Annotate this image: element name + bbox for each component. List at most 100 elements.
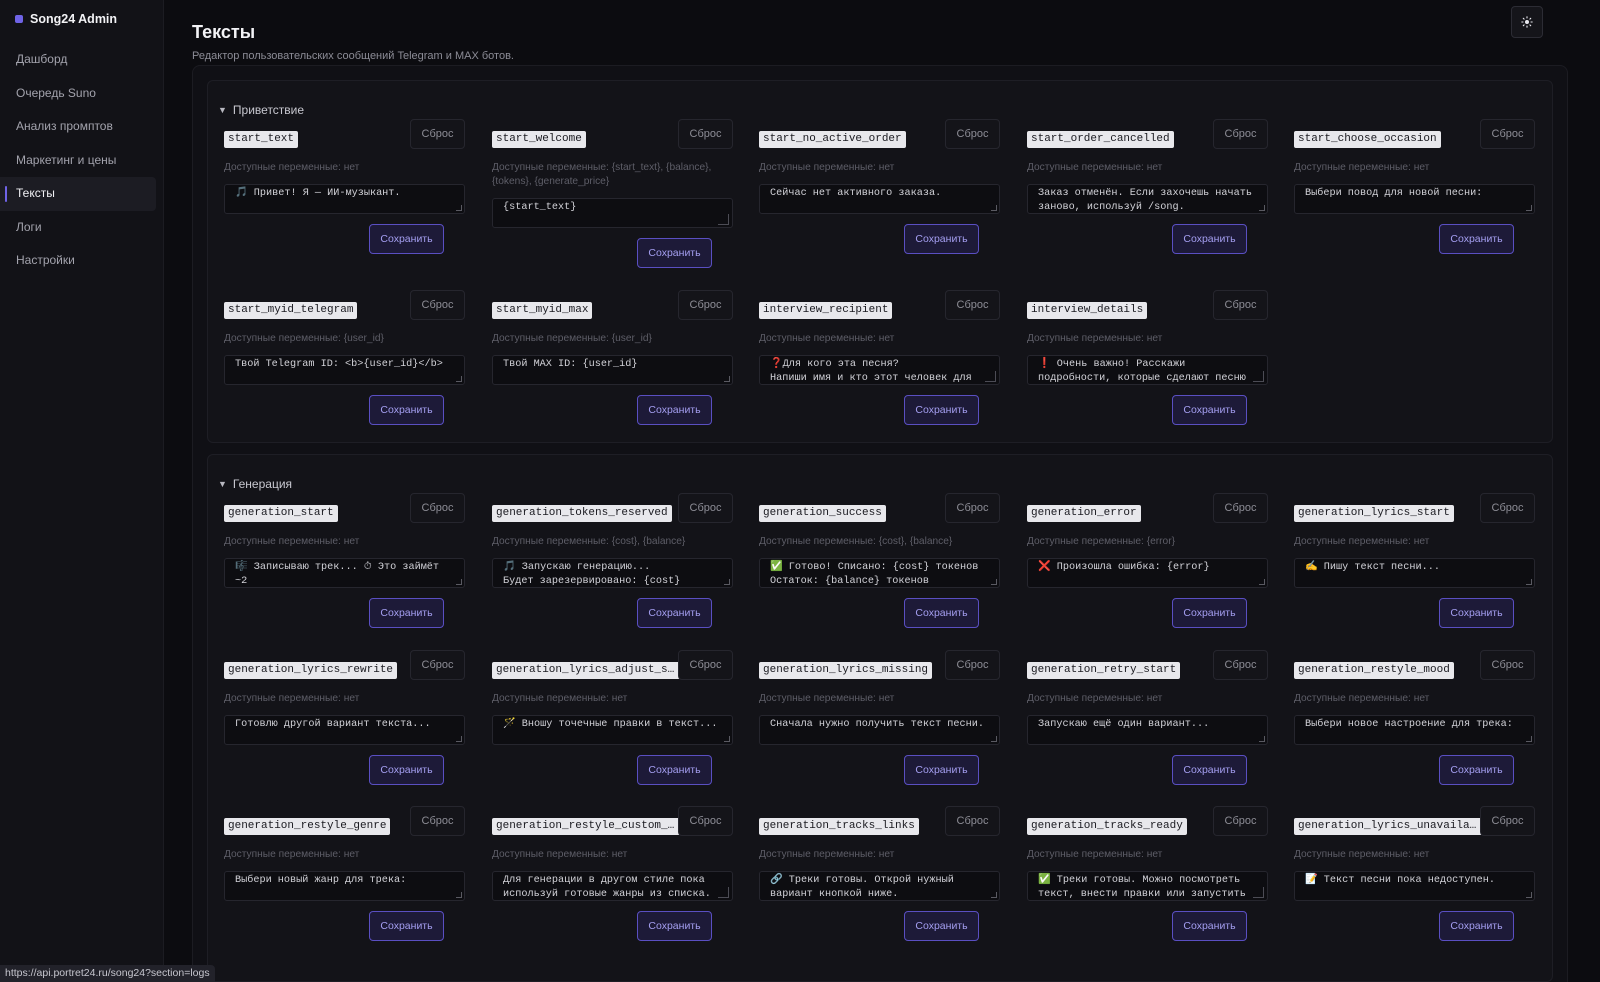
section-toggle[interactable]: ▼ Генерация bbox=[218, 477, 292, 491]
reset-button[interactable]: Сброс bbox=[1480, 119, 1535, 149]
resize-handle-icon[interactable] bbox=[1259, 205, 1265, 211]
reset-button[interactable]: Сброс bbox=[1480, 493, 1535, 523]
resize-handle-icon[interactable] bbox=[1253, 887, 1264, 898]
resize-handle-icon[interactable] bbox=[1526, 205, 1532, 211]
message-textarea[interactable]: 📝 Текст песни пока недоступен. bbox=[1294, 871, 1535, 901]
resize-handle-icon[interactable] bbox=[1253, 371, 1264, 382]
message-textarea[interactable]: 🎵 Запускаю генерацию... Будет зарезервир… bbox=[492, 558, 733, 588]
reset-button[interactable]: Сброс bbox=[945, 290, 1000, 320]
message-textarea[interactable]: ❓Для кого эта песня? Напиши имя и кто эт… bbox=[759, 355, 1000, 385]
sidebar-item-suno-queue[interactable]: Очередь Suno bbox=[0, 77, 156, 111]
message-textarea[interactable]: 🔗 Треки готовы. Открой нужный вариант кн… bbox=[759, 871, 1000, 901]
message-textarea[interactable]: Выбери повод для новой песни: bbox=[1294, 184, 1535, 214]
sidebar-item-texts[interactable]: Тексты bbox=[0, 177, 156, 211]
message-textarea[interactable]: 🎵 Привет! Я — ИИ-музыкант. bbox=[224, 184, 465, 214]
save-button[interactable]: Сохранить bbox=[904, 395, 979, 425]
resize-handle-icon[interactable] bbox=[1526, 892, 1532, 898]
resize-handle-icon[interactable] bbox=[991, 892, 997, 898]
save-button[interactable]: Сохранить bbox=[637, 755, 712, 785]
save-button[interactable]: Сохранить bbox=[1172, 224, 1247, 254]
message-textarea[interactable]: Выбери новый жанр для трека: bbox=[224, 871, 465, 901]
resize-handle-icon[interactable] bbox=[456, 892, 462, 898]
reset-button[interactable]: Сброс bbox=[1213, 806, 1268, 836]
reset-button[interactable]: Сброс bbox=[1213, 650, 1268, 680]
resize-handle-icon[interactable] bbox=[991, 736, 997, 742]
reset-button[interactable]: Сброс bbox=[945, 119, 1000, 149]
theme-toggle-button[interactable] bbox=[1511, 6, 1543, 38]
save-button[interactable]: Сохранить bbox=[1172, 755, 1247, 785]
save-button[interactable]: Сохранить bbox=[1439, 755, 1514, 785]
sidebar-item-logs[interactable]: Логи bbox=[0, 211, 156, 245]
resize-handle-icon[interactable] bbox=[456, 376, 462, 382]
save-button[interactable]: Сохранить bbox=[904, 224, 979, 254]
sidebar-item-prompt-analysis[interactable]: Анализ промптов bbox=[0, 110, 156, 144]
save-button[interactable]: Сохранить bbox=[1172, 598, 1247, 628]
reset-button[interactable]: Сброс bbox=[410, 806, 465, 836]
reset-button[interactable]: Сброс bbox=[410, 119, 465, 149]
message-textarea[interactable]: Сейчас нет активного заказа. bbox=[759, 184, 1000, 214]
save-button[interactable]: Сохранить bbox=[369, 395, 444, 425]
message-textarea[interactable]: {start_text} bbox=[492, 198, 733, 228]
resize-handle-icon[interactable] bbox=[724, 736, 730, 742]
reset-button[interactable]: Сброс bbox=[678, 493, 733, 523]
message-textarea[interactable]: 🎼 Записываю трек... ⏱ Это займёт ~2 мину… bbox=[224, 558, 465, 588]
sidebar-item-marketing-prices[interactable]: Маркетинг и цены bbox=[0, 144, 156, 178]
save-button[interactable]: Сохранить bbox=[1172, 911, 1247, 941]
resize-handle-icon[interactable] bbox=[1526, 579, 1532, 585]
message-textarea[interactable]: Твой MAX ID: {user_id} bbox=[492, 355, 733, 385]
save-button[interactable]: Сохранить bbox=[904, 598, 979, 628]
save-button[interactable]: Сохранить bbox=[369, 224, 444, 254]
reset-button[interactable]: Сброс bbox=[410, 290, 465, 320]
reset-button[interactable]: Сброс bbox=[678, 806, 733, 836]
message-textarea[interactable]: Запускаю ещё один вариант... bbox=[1027, 715, 1268, 745]
save-button[interactable]: Сохранить bbox=[637, 238, 712, 268]
resize-handle-icon[interactable] bbox=[1526, 736, 1532, 742]
message-textarea[interactable]: Сначала нужно получить текст песни. bbox=[759, 715, 1000, 745]
sidebar-item-dashboard[interactable]: Дашборд bbox=[0, 43, 156, 77]
reset-button[interactable]: Сброс bbox=[1213, 290, 1268, 320]
sidebar-item-settings[interactable]: Настройки bbox=[0, 244, 156, 278]
save-button[interactable]: Сохранить bbox=[369, 911, 444, 941]
reset-button[interactable]: Сброс bbox=[678, 290, 733, 320]
message-textarea[interactable]: Заказ отменён. Если захочешь начать зано… bbox=[1027, 184, 1268, 214]
message-textarea[interactable]: ✅ Треки готовы. Можно посмотреть текст, … bbox=[1027, 871, 1268, 901]
message-textarea[interactable]: 🪄 Вношу точечные правки в текст... bbox=[492, 715, 733, 745]
reset-button[interactable]: Сброс bbox=[945, 650, 1000, 680]
reset-button[interactable]: Сброс bbox=[1213, 119, 1268, 149]
message-textarea[interactable]: Твой Telegram ID: <b>{user_id}</b> bbox=[224, 355, 465, 385]
save-button[interactable]: Сохранить bbox=[904, 911, 979, 941]
message-textarea[interactable]: Для генерации в другом стиле пока исполь… bbox=[492, 871, 733, 901]
reset-button[interactable]: Сброс bbox=[1480, 650, 1535, 680]
reset-button[interactable]: Сброс bbox=[678, 119, 733, 149]
message-textarea[interactable]: ✍️ Пишу текст песни... bbox=[1294, 558, 1535, 588]
save-button[interactable]: Сохранить bbox=[369, 755, 444, 785]
message-textarea[interactable]: ❗ Очень важно! Расскажи подробности, кот… bbox=[1027, 355, 1268, 385]
resize-handle-icon[interactable] bbox=[456, 579, 462, 585]
save-button[interactable]: Сохранить bbox=[637, 395, 712, 425]
resize-handle-icon[interactable] bbox=[456, 205, 462, 211]
save-button[interactable]: Сохранить bbox=[1172, 395, 1247, 425]
resize-handle-icon[interactable] bbox=[991, 205, 997, 211]
save-button[interactable]: Сохранить bbox=[1439, 598, 1514, 628]
message-textarea[interactable]: ❌ Произошла ошибка: {error} bbox=[1027, 558, 1268, 588]
save-button[interactable]: Сохранить bbox=[904, 755, 979, 785]
save-button[interactable]: Сохранить bbox=[1439, 911, 1514, 941]
message-textarea[interactable]: ✅ Готово! Списано: {cost} токенов Остато… bbox=[759, 558, 1000, 588]
resize-handle-icon[interactable] bbox=[724, 579, 730, 585]
message-textarea[interactable]: Готовлю другой вариант текста... bbox=[224, 715, 465, 745]
reset-button[interactable]: Сброс bbox=[1480, 806, 1535, 836]
reset-button[interactable]: Сброс bbox=[410, 650, 465, 680]
reset-button[interactable]: Сброс bbox=[945, 806, 1000, 836]
brand[interactable]: Song24 Admin bbox=[15, 12, 117, 26]
resize-handle-icon[interactable] bbox=[1259, 579, 1265, 585]
resize-handle-icon[interactable] bbox=[718, 214, 729, 225]
save-button[interactable]: Сохранить bbox=[637, 911, 712, 941]
resize-handle-icon[interactable] bbox=[1259, 736, 1265, 742]
resize-handle-icon[interactable] bbox=[985, 371, 996, 382]
reset-button[interactable]: Сброс bbox=[945, 493, 1000, 523]
save-button[interactable]: Сохранить bbox=[1439, 224, 1514, 254]
resize-handle-icon[interactable] bbox=[724, 376, 730, 382]
save-button[interactable]: Сохранить bbox=[637, 598, 712, 628]
section-toggle[interactable]: ▼ Приветствие bbox=[218, 103, 304, 117]
resize-handle-icon[interactable] bbox=[456, 736, 462, 742]
